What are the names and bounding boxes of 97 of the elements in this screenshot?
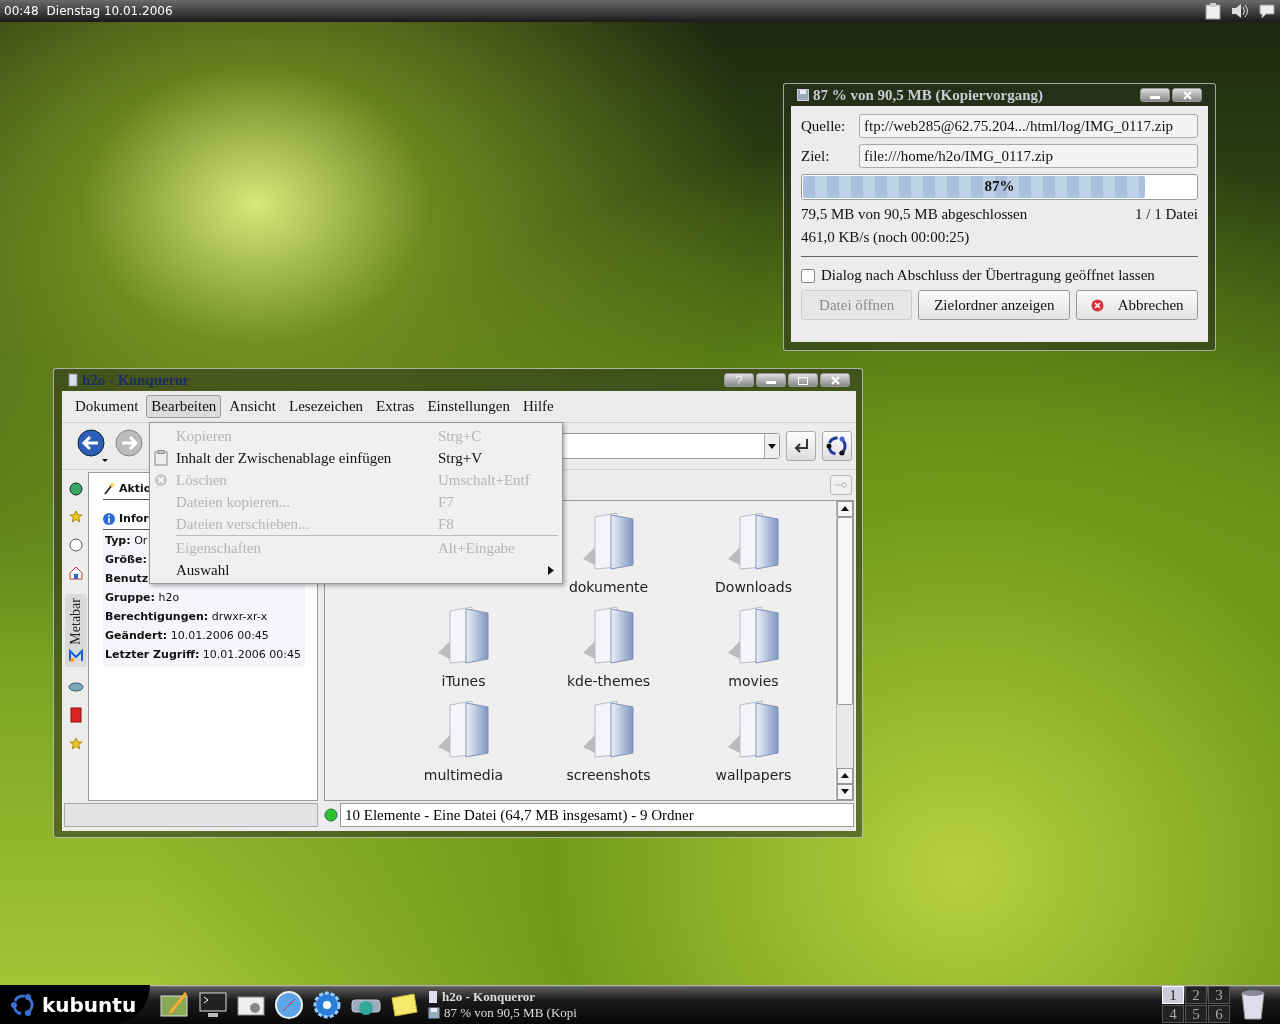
trash-icon[interactable] [1240, 988, 1266, 1021]
dropdown-caret-icon [768, 443, 776, 449]
star-icon[interactable] [69, 736, 83, 751]
enter-arrow-icon [792, 438, 810, 454]
desktop-button[interactable]: 5 [1185, 1005, 1207, 1023]
folder-label[interactable]: movies [728, 673, 779, 689]
monitor-icon[interactable] [198, 990, 228, 1019]
task-button[interactable]: h2o - Konqueror [428, 988, 618, 1005]
chat-icon[interactable] [1258, 2, 1276, 20]
clipboard-icon [154, 450, 168, 466]
destination-label: Ziel: [801, 147, 831, 165]
folder-label[interactable]: screenshots [566, 767, 651, 783]
menu-item[interactable]: Lesezeichen [283, 395, 369, 418]
gear-icon[interactable] [312, 989, 342, 1020]
submenu-arrow-icon [548, 565, 554, 575]
transfer-amount: 79,5 MB von 90,5 MB abgeschlossen [801, 206, 1028, 223]
speaker-icon[interactable] [1230, 2, 1250, 20]
destination-field[interactable]: file:///home/h2o/IMG_0117.zip [859, 144, 1198, 168]
dialog-button[interactable]: Zielordner anzeigen [918, 290, 1071, 320]
close-button[interactable] [1172, 88, 1202, 102]
status-text: 10 Elemente - Eine Datei (64,7 MB insgesamt) - 9 Ordner [340, 803, 854, 827]
minimize-icon [1150, 96, 1160, 100]
info-row: Größe: [105, 553, 147, 566]
status-led-icon [324, 808, 338, 822]
info-row: Geändert: 10.01.2006 00:45 [105, 629, 269, 642]
scroll-up-icon[interactable] [841, 773, 849, 778]
menu-item[interactable]: Extras [371, 395, 420, 418]
section-heading: Aktio [119, 481, 152, 495]
progress-percent: 87% [984, 178, 1015, 194]
compass-icon[interactable] [274, 989, 304, 1020]
folder-label[interactable]: iTunes [441, 673, 486, 689]
clock: 00:48 [4, 4, 39, 18]
star-icon[interactable] [69, 510, 83, 524]
wand-icon [103, 481, 115, 495]
desktop-button[interactable]: 2 [1185, 986, 1207, 1004]
desktop-button[interactable]: 1 [1162, 986, 1184, 1004]
folder-label[interactable]: multimedia [423, 767, 504, 783]
menu-item[interactable]: Bearbeiten [146, 395, 222, 418]
m-logo-icon [69, 648, 83, 663]
scroll-up-icon[interactable] [841, 506, 849, 511]
file-count: 1 / 1 Datei [1135, 206, 1198, 223]
scroll-down-icon[interactable] [841, 789, 849, 794]
info-icon [103, 512, 115, 525]
cancel-button[interactable]: Abbrechen [1076, 290, 1198, 320]
close-icon [830, 376, 840, 385]
maximize-icon [798, 377, 808, 385]
start-button[interactable]: kubuntu [0, 985, 150, 1024]
window-title: 87 % von 90,5 MB (Kopiervorgang) [813, 86, 1043, 104]
minimize-icon [766, 381, 776, 385]
help-button[interactable] [724, 373, 754, 387]
transfer-speed: 461,0 KB/s (noch 00:00:25) [801, 229, 971, 246]
scrollbar[interactable] [836, 501, 853, 800]
checkbox-label[interactable]: Dialog nach Abschluss der Übertragung geöffnet lassen [821, 267, 1155, 284]
clipboard-icon[interactable] [1204, 2, 1222, 20]
desktop-button[interactable]: 3 [1208, 986, 1230, 1004]
folder-label[interactable]: wallpapers [715, 767, 792, 783]
menu-item[interactable]: Dokument [70, 395, 144, 418]
menu-item[interactable]: Ansicht [224, 395, 281, 418]
task-button[interactable]: 87 % von 90,5 MB (Kopi [428, 1004, 618, 1021]
close-icon [1182, 91, 1192, 100]
menu-item[interactable]: Hilfe [517, 395, 559, 418]
minimize-button[interactable] [756, 373, 786, 387]
home-icon[interactable] [69, 566, 83, 580]
info-row: Letzter Zugriff: 10.01.2006 00:45 [105, 648, 301, 661]
window-title: h2o - Konqueror [82, 371, 190, 389]
folder-label[interactable]: Downloads [715, 579, 792, 595]
ring-logo-icon [10, 991, 36, 1018]
cancel-icon [1090, 298, 1104, 312]
section-heading: Infor [119, 512, 149, 525]
menu-item[interactable]: Inhalt der Zwischenablage einfügen Strg+V [150, 447, 562, 469]
info-row: Gruppe: h2o [105, 591, 180, 604]
info-row: Benutz [105, 572, 149, 585]
date: Dienstag 10.01.2006 [46, 4, 173, 18]
ring-logo-icon [825, 434, 849, 458]
desktop-button[interactable]: 4 [1162, 1005, 1184, 1023]
source-field[interactable]: ftp://web285@62.75.204.../html/log/IMG_0117.zip [859, 114, 1198, 138]
question-icon [735, 375, 743, 385]
minimize-button[interactable] [1140, 88, 1170, 102]
checkbox[interactable] [801, 268, 815, 283]
info-row: Berechtigungen: drwxr-xr-x [105, 610, 268, 623]
throbber-button[interactable] [822, 431, 852, 461]
info-row: Typ: Or [105, 534, 148, 547]
sticky-note-icon[interactable] [390, 991, 418, 1018]
delete-icon [154, 473, 168, 487]
back-icon[interactable] [76, 429, 108, 463]
close-button[interactable] [820, 373, 850, 387]
source-label: Quelle: [801, 117, 847, 135]
desktop-button[interactable]: 6 [1208, 1005, 1230, 1023]
folder-label[interactable]: kde-themes [566, 673, 651, 689]
go-button[interactable] [786, 431, 816, 461]
clock-icon[interactable] [69, 538, 83, 552]
folder-label[interactable]: dokumente [568, 579, 649, 595]
image-editor-icon[interactable] [160, 990, 190, 1019]
maximize-button[interactable] [788, 373, 818, 387]
menu-item[interactable]: Einstellungen [422, 395, 515, 418]
submenu-item[interactable]: Auswahl [150, 559, 562, 581]
tab-remove-icon [835, 482, 847, 488]
